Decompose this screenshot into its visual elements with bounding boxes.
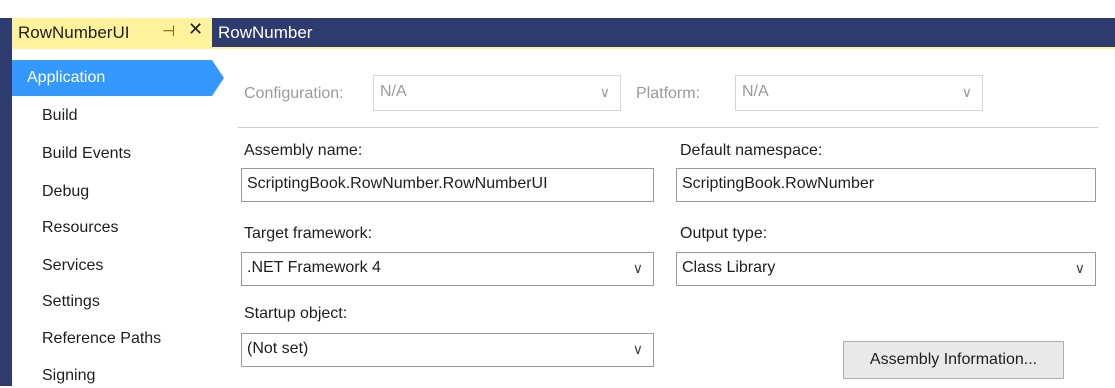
sidebar-item-label: Build Events [42,145,131,162]
platform-value: N/A [742,83,769,100]
button-label: Assembly Information... [869,351,1038,368]
configuration-select: N/A ∨ [373,75,621,111]
platform-select: N/A ∨ [735,75,983,111]
platform-label: Platform: [636,85,701,102]
sidebar-item-signing[interactable]: Signing [42,364,95,388]
selection-pointer [212,60,224,96]
sidebar-item-services[interactable]: Services [42,254,103,278]
sidebar-item-build-events[interactable]: Build Events [42,142,131,166]
sidebar-item-label: Application [27,69,106,86]
sidebar-item-label: Debug [42,183,90,200]
window-edge [0,47,12,386]
pin-icon[interactable]: ⊣ [162,22,175,40]
sidebar-item-label: Resources [42,219,119,236]
target-framework-select[interactable]: .NET Framework 4 ∨ [241,252,654,286]
assembly-name-value: ScriptingBook.RowNumber.RowNumberUI [247,175,548,192]
configuration-value: N/A [380,83,407,100]
chevron-down-icon: ∨ [632,341,643,357]
separator [238,127,1098,128]
tab-rownumber[interactable]: RowNumber [218,18,312,47]
default-namespace-field[interactable]: ScriptingBook.RowNumber [676,168,1096,202]
assembly-name-label: Assembly name: [244,142,363,159]
default-namespace-label: Default namespace: [680,142,823,159]
tab-label: RowNumber [218,22,313,42]
sidebar-item-label: Settings [42,293,100,310]
startup-object-value: (Not set) [247,340,309,357]
output-type-label: Output type: [680,225,768,242]
output-type-value: Class Library [682,259,776,276]
close-icon[interactable]: ✕ [188,19,203,40]
startup-object-select[interactable]: (Not set) ∨ [241,333,654,367]
sidebar-item-settings[interactable]: Settings [42,290,100,314]
tab-rownumberui[interactable]: RowNumberUI ⊣ ✕ [12,18,212,47]
sidebar-item-reference-paths[interactable]: Reference Paths [42,327,161,351]
sidebar-item-debug[interactable]: Debug [42,180,89,204]
sidebar-item-resources[interactable]: Resources [42,216,118,240]
configuration-label: Configuration: [244,85,344,102]
target-framework-label: Target framework: [244,225,373,242]
sidebar-item-label: Signing [42,367,96,384]
sidebar-item-label: Reference Paths [42,330,162,347]
chevron-down-icon: ∨ [599,84,610,100]
chevron-down-icon: ∨ [1074,260,1085,276]
chevron-down-icon: ∨ [632,260,643,276]
target-framework-value: .NET Framework 4 [247,259,381,276]
output-type-select[interactable]: Class Library ∨ [676,252,1096,286]
startup-object-label: Startup object: [244,305,348,322]
assembly-name-field[interactable]: ScriptingBook.RowNumber.RowNumberUI [241,168,654,202]
default-namespace-value: ScriptingBook.RowNumber [682,175,875,192]
sidebar-item-label: Build [42,107,78,124]
tab-label: RowNumberUI [18,22,130,42]
sidebar-item-build[interactable]: Build [42,104,78,128]
chevron-down-icon: ∨ [961,84,972,100]
assembly-information-button[interactable]: Assembly Information... [843,341,1064,379]
sidebar-item-label: Services [42,257,104,274]
